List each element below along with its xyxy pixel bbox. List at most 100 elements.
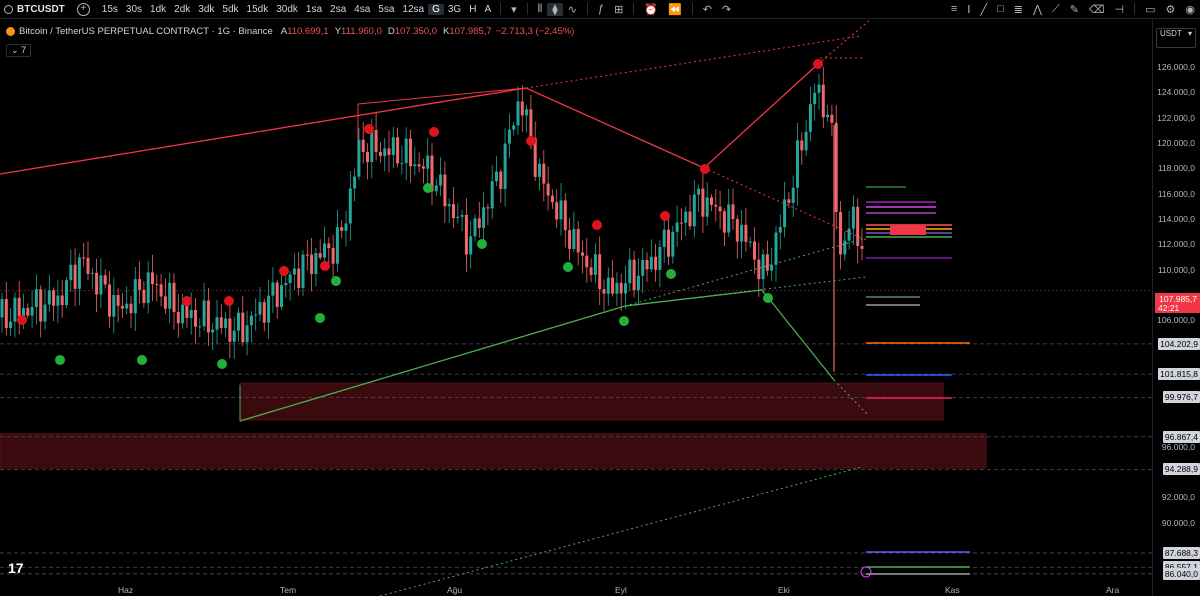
candle-body <box>348 188 352 224</box>
candle-body <box>529 109 533 139</box>
candle-body <box>641 260 645 276</box>
redo-icon[interactable]: ↷ <box>717 3 736 16</box>
text-cursor-icon[interactable]: Ⅰ <box>962 3 975 16</box>
level-price-tag: 101.815,8 <box>1158 368 1200 381</box>
candle-body <box>688 211 692 227</box>
timeframe-3dk[interactable]: 3dk <box>194 4 218 15</box>
candle-body <box>417 164 421 167</box>
timeframe-2sa[interactable]: 2sa <box>326 4 350 15</box>
candle-body <box>581 252 584 256</box>
pattern-icon[interactable]: ⋀ <box>1028 3 1047 16</box>
timeframe-2dk[interactable]: 2dk <box>170 4 194 15</box>
timeframe-1sa[interactable]: 1sa <box>302 4 326 15</box>
time-label: Ağu <box>447 585 463 595</box>
candle-body <box>847 228 851 241</box>
timeframe-12sa[interactable]: 12sa <box>398 4 428 15</box>
candle-body <box>318 253 322 258</box>
bar-chart-icon[interactable]: ⫴ <box>533 3 548 16</box>
candle-body <box>593 254 597 275</box>
menu-icon[interactable]: ≡ <box>946 3 962 15</box>
price-label: 116.000,0 <box>1157 188 1195 199</box>
time-label: Eki <box>778 585 790 595</box>
tradingview-logo[interactable]: 17 <box>8 560 24 576</box>
sell-signal-dot <box>364 124 374 134</box>
fib-icon[interactable]: ≣ <box>1009 3 1028 16</box>
candle-body <box>108 284 111 317</box>
candle-body <box>671 231 675 257</box>
timeframe-G[interactable]: G <box>428 3 444 15</box>
measure-icon[interactable]: ⊣ <box>1110 3 1130 16</box>
undo-icon[interactable]: ↶ <box>698 3 717 16</box>
sell-signal-dot <box>592 220 602 230</box>
legend-high: 111.960,0 <box>341 26 382 37</box>
level-price-tag: 99.976,7 <box>1162 391 1200 404</box>
trendline-icon[interactable]: ╱ <box>976 3 993 16</box>
brush-icon[interactable]: ✎ <box>1065 3 1084 16</box>
candle-body <box>765 254 769 271</box>
alert-icon[interactable]: ⏰ <box>639 3 663 16</box>
candle-body <box>215 317 219 330</box>
chevron-down-icon: ▾ <box>1187 29 1192 38</box>
candle-body <box>202 300 206 327</box>
price-chart[interactable] <box>0 19 1200 596</box>
candle-body <box>301 254 305 288</box>
rectangle-icon[interactable]: □ <box>992 3 1009 15</box>
buy-signal-dot <box>55 355 65 365</box>
candle-body <box>731 204 735 220</box>
indicators-toggle[interactable]: ⌄ 7 <box>6 44 32 57</box>
candle-body <box>542 163 546 184</box>
timeframe-A[interactable]: A <box>480 4 495 15</box>
price-label: 124.000,0 <box>1157 87 1195 98</box>
settings-icon[interactable]: ⚙ <box>1161 3 1181 16</box>
timeframe-5sa[interactable]: 5sa <box>374 4 398 15</box>
price-label: 110.000,0 <box>1157 264 1195 275</box>
timeframe-15s[interactable]: 15s <box>98 4 122 15</box>
candle-body <box>636 275 640 291</box>
candle-body <box>507 129 511 144</box>
candle-body <box>757 259 761 280</box>
line-chart-icon[interactable]: ∿ <box>563 3 582 16</box>
timeframe-30dk[interactable]: 30dk <box>272 4 302 15</box>
timeframe-list: 15s 30s 1dk 2dk 3dk 5dk 15dk 30dk 1sa 2sa 4sa 5sa 12… <box>98 3 495 15</box>
timeframe-5dk[interactable]: 5dk <box>218 4 242 15</box>
candles-icon[interactable]: ⧫ <box>547 2 563 16</box>
candle-body <box>520 101 524 116</box>
price-axis[interactable]: 126.000,0 124.000,0 122.000,0 120.000,0 118.… <box>1152 19 1200 596</box>
candle-body <box>654 256 658 270</box>
candle-body <box>662 229 666 247</box>
candle-body <box>516 101 520 126</box>
price-label: 118.000,0 <box>1157 163 1195 174</box>
timeframe-30s[interactable]: 30s <box>122 4 146 15</box>
chevron-down-icon[interactable]: ▾ <box>506 3 522 16</box>
divider <box>526 3 528 15</box>
candle-body <box>456 216 460 219</box>
path-icon[interactable]: ⟋ <box>1047 3 1065 16</box>
timeframe-1dk[interactable]: 1dk <box>146 4 170 15</box>
candle-body <box>56 295 60 306</box>
camera-icon[interactable]: ◉ <box>1180 3 1200 16</box>
candle-body <box>69 264 73 281</box>
eraser-icon[interactable]: ⌫ <box>1084 3 1110 16</box>
templates-icon[interactable]: ⊞ <box>609 3 628 16</box>
currency-selector[interactable]: USDT ▾ <box>1156 28 1196 48</box>
compare-add-button[interactable]: + <box>76 2 90 16</box>
timeframe-15dk[interactable]: 15dk <box>243 4 273 15</box>
time-label: Kas <box>945 585 960 595</box>
sell-signal-dot <box>813 59 823 69</box>
price-label: 126.000,0 <box>1157 62 1195 72</box>
timeframe-4sa[interactable]: 4sa <box>350 4 374 15</box>
indicators-icon[interactable]: ƒ <box>593 3 609 15</box>
candle-body <box>804 131 808 151</box>
candle-body <box>503 143 507 189</box>
candle-body <box>744 224 748 242</box>
level-price-tag: 104.202,9 <box>1158 337 1200 350</box>
layout-icon[interactable]: ▭ <box>1140 3 1160 16</box>
replay-icon[interactable]: ⏪ <box>663 3 687 16</box>
candle-body <box>262 302 266 323</box>
sell-signal-dot <box>320 261 330 271</box>
symbol-search[interactable]: BTCUSDT <box>0 4 71 15</box>
timeframe-3G[interactable]: 3G <box>444 4 465 15</box>
candle-body <box>13 297 17 322</box>
candle-body <box>116 295 120 306</box>
timeframe-H[interactable]: H <box>465 4 480 15</box>
